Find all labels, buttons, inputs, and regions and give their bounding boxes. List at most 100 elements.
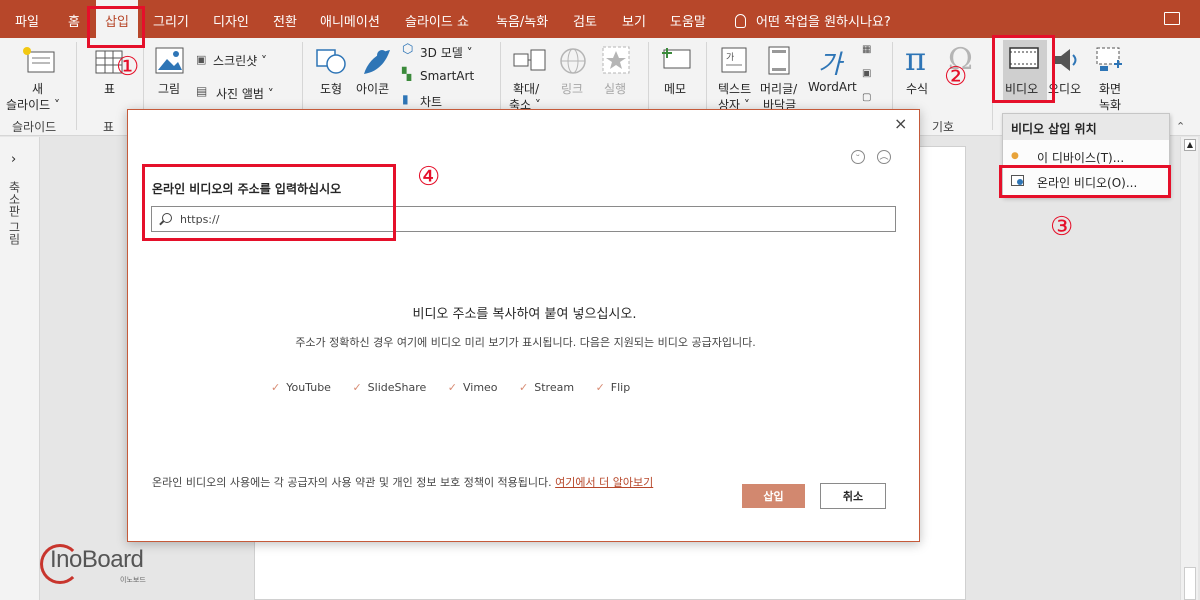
thumbnail-pane-label: 축소판 그림 [7,181,21,245]
tab-transitions[interactable]: 전환 [273,11,297,30]
screen-recording-label-2: 녹화 [1099,98,1122,112]
provider-item: ✓ Vimeo [448,381,498,394]
new-slide-label-1: 새 [32,82,44,96]
provider-item: ✓ YouTube [271,381,331,394]
photo-album-icon: ▤ [196,84,208,98]
vertical-scrollbar[interactable]: ▲ [1180,137,1198,600]
comments-icon[interactable] [1164,12,1180,25]
inoboard-logo: InoBoard 이노보드 [40,538,200,588]
frown-feedback-icon[interactable]: ︵ [877,150,891,164]
scroll-up-arrow-icon[interactable]: ▲ [1184,139,1196,151]
highlight-insert-tab [87,6,145,48]
group-symbols-label: 기호 [932,120,955,134]
comment-label: 메모 [664,82,687,96]
svg-text:가: 가 [726,52,734,63]
textbox-label-1: 텍스트 [718,82,752,96]
check-icon: ✓ [352,381,362,394]
tab-help[interactable]: 도움말 [670,11,706,30]
speaker-icon [1054,49,1077,71]
annotation-1: ① [116,52,140,82]
header-footer-label-1: 머리글/ [760,82,798,96]
table-label: 표 [104,82,116,96]
wordart-label: WordArt [808,80,857,94]
chart-label: 차트 [420,95,443,109]
3d-model-label: 3D 모델 ˅ [420,46,473,60]
screen-recording-label-1: 화면 [1099,82,1122,96]
tab-home[interactable]: 홈 [68,11,80,30]
group-table-label: 표 [103,120,115,134]
photo-album-label: 사진 앨범 ˅ [216,87,274,101]
tab-record[interactable]: 녹음/녹화 [496,11,548,30]
action-label: 실행 [604,82,627,96]
check-icon: ✓ [519,381,529,394]
date-time-icon[interactable]: ▦ [862,44,871,55]
equation-label: 수식 [906,82,929,96]
new-slide-icon [23,47,55,73]
provider-list: ✓ YouTube ✓ SlideShare ✓ Vimeo ✓ Stream ✓ Fli… [271,381,648,394]
textbox-icon: 가 [721,47,747,73]
tab-slideshow[interactable]: 슬라이드 쇼 [405,11,469,30]
highlight-video-button [992,35,1055,103]
provider-name: SlideShare [367,381,427,394]
highlight-url-field [142,164,396,241]
divider [76,42,77,130]
check-icon: ✓ [271,381,281,394]
provider-name: Flip [610,381,631,394]
slide-number-icon[interactable]: ▣ [862,68,871,79]
tab-view[interactable]: 보기 [622,11,646,30]
close-icon[interactable]: × [894,114,907,133]
shapes-label: 도형 [320,82,343,96]
check-icon: ✓ [447,381,457,394]
globe-link-icon [560,48,586,74]
comment-add-icon [662,48,691,69]
insert-button[interactable]: 삽입 [742,484,805,508]
menu-item-label: 이 디바이스(T)... [1037,151,1125,165]
object-icon[interactable]: ▢ [862,92,871,103]
picture-icon [155,47,184,74]
scroll-thumb[interactable] [1184,567,1196,600]
zoom-icon [513,49,546,71]
annotation-3: ③ [1050,212,1074,242]
cube-icon: ⬡ [402,42,414,57]
link-label: 링크 [561,82,584,96]
tab-review[interactable]: 검토 [573,11,597,30]
dialog-description: 주소가 정확하신 경우 여기에 비디오 미리 보기가 표시됩니다. 다음은 지원… [295,336,756,349]
device-icon: ● [1011,151,1019,161]
cancel-button[interactable]: 취소 [820,483,886,509]
header-footer-icon [768,46,790,75]
menu-item-this-device[interactable]: ● 이 디바이스(T)... [1003,145,1169,167]
provider-name: Stream [534,381,575,394]
camera-icon: ▣ [196,53,207,66]
chart-icon: ▮ [402,92,409,106]
icons-label: 아이콘 [356,82,390,96]
logo-text: InoBoard [50,546,144,573]
tab-animations[interactable]: 애니메이션 [320,11,380,30]
tab-file[interactable]: 파일 [15,11,39,30]
smartart-icon: ▚ [402,67,412,81]
tab-draw[interactable]: 그리기 [153,11,189,30]
learn-more-link[interactable]: 여기에서 더 알아보기 [555,476,653,489]
screenshot-label: 스크린샷 ˅ [213,54,267,68]
tab-design[interactable]: 디자인 [213,11,249,30]
pi-equation-icon: π [905,40,927,78]
provider-item: ✓ Flip [596,381,631,394]
dialog-footer: 온라인 비디오의 사용에는 각 공급자의 사용 약관 및 개인 정보 보호 정책… [152,476,712,490]
provider-item: ✓ SlideShare [352,381,426,394]
thumbnail-pane-collapsed[interactable]: › 축소판 그림 [0,137,40,600]
dialog-heading: 비디오 주소를 복사하여 붙여 넣으십시오. [412,307,637,322]
annotation-4: ④ [417,162,441,192]
tell-me-search[interactable]: 어떤 작업을 원하시나요? [735,11,891,30]
collapse-ribbon-icon[interactable]: ⌃ [1176,120,1185,133]
lightbulb-icon [735,14,746,28]
zoom-label-1: 확대/ [513,82,540,96]
smartart-label: SmartArt [420,69,475,83]
picture-label: 그림 [158,82,181,96]
wordart-icon: 가 [818,50,842,80]
chevron-right-icon[interactable]: › [11,152,16,167]
provider-name: Vimeo [462,381,498,394]
group-slides-label: 슬라이드 [12,120,57,134]
check-icon: ✓ [595,381,605,394]
highlight-online-video-item [999,165,1171,198]
smile-feedback-icon[interactable]: ᵕ [851,150,865,164]
menu-header: 비디오 삽입 위치 [1003,114,1169,140]
